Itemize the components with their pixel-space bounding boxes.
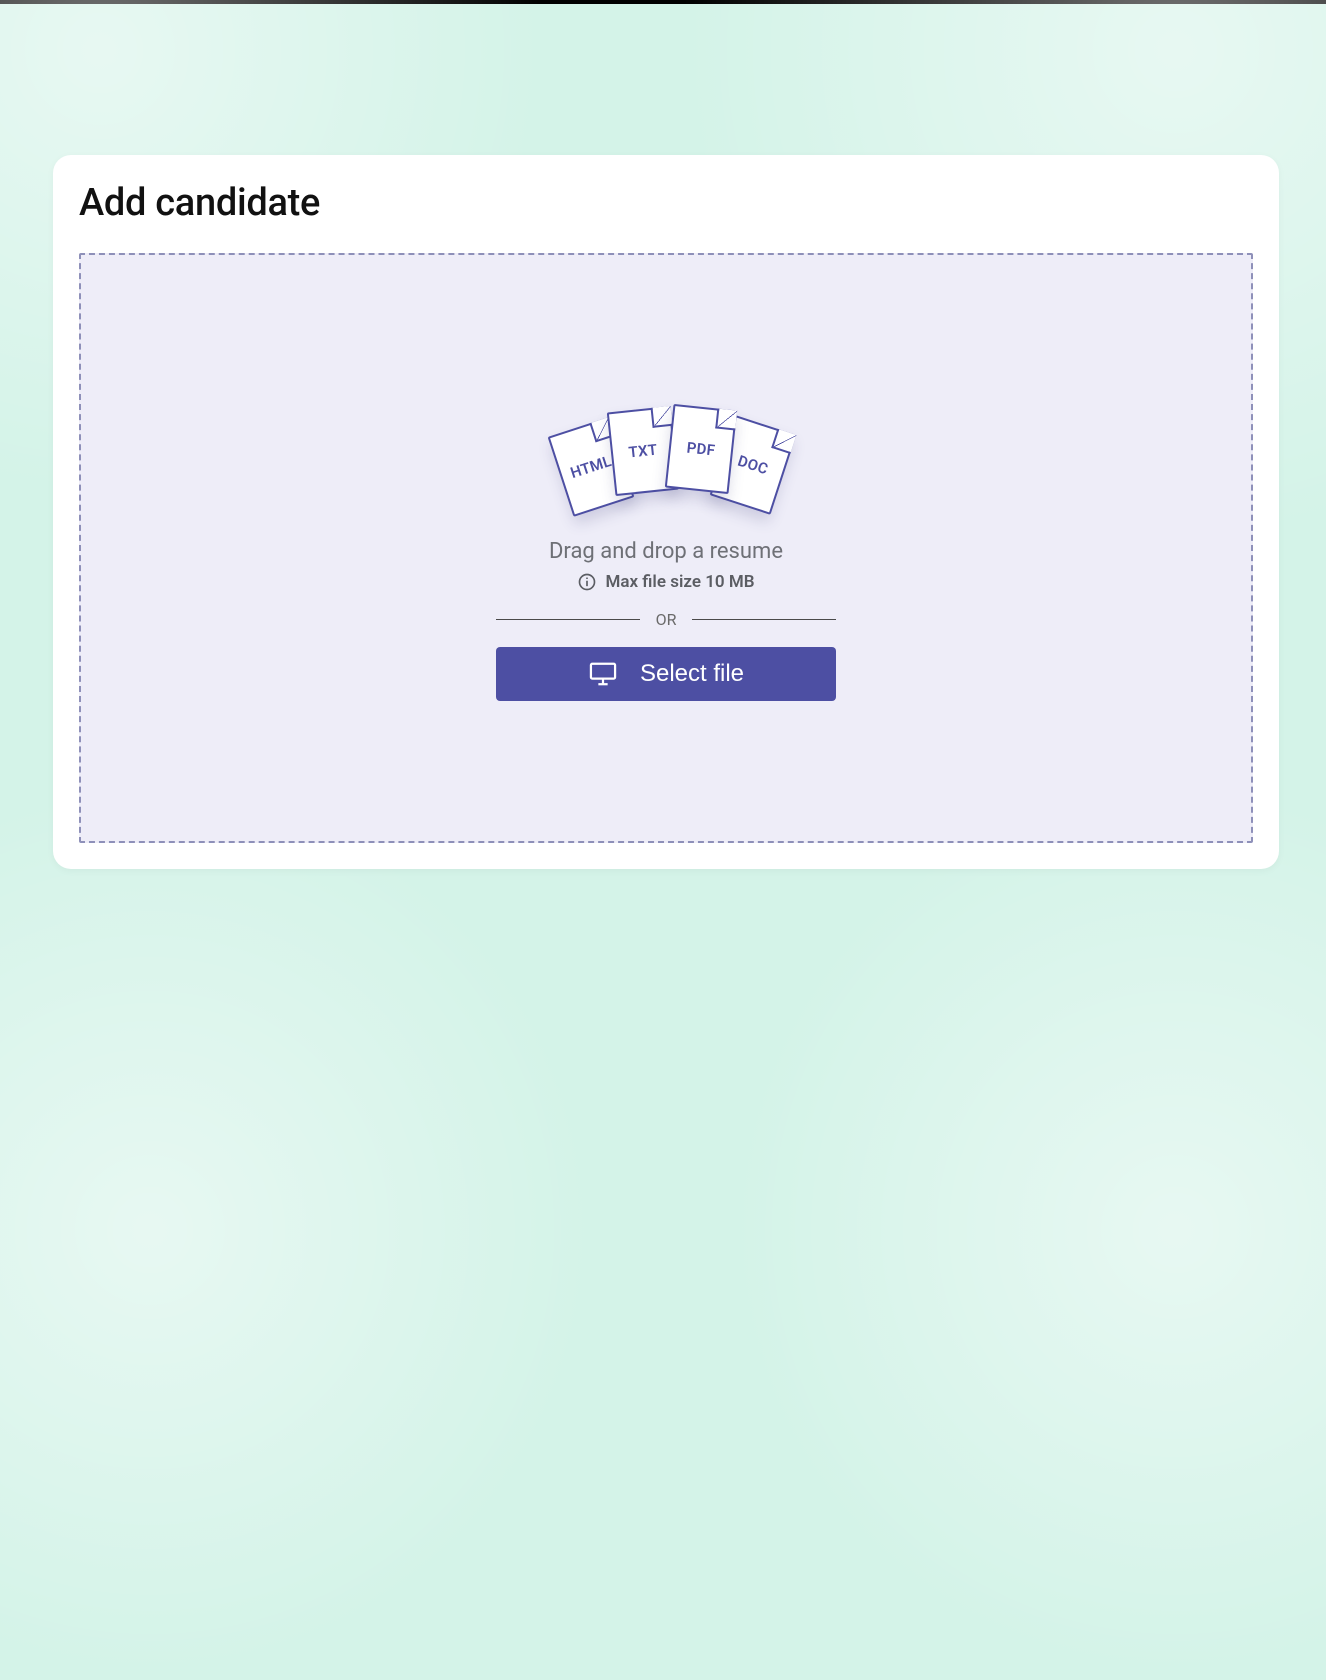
or-label: OR [656, 610, 677, 629]
bg-decorative-circle [0, 780, 600, 1680]
add-candidate-card: Add candidate HTML TXT PDF DOC Drag and … [53, 155, 1279, 869]
monitor-icon [588, 661, 618, 687]
or-divider: OR [496, 610, 836, 629]
file-type-label: PDF [686, 439, 716, 460]
window-top-bar [0, 0, 1326, 4]
file-type-icon: PDF [665, 404, 737, 494]
drag-drop-label: Drag and drop a resume [549, 539, 783, 564]
select-file-button-label: Select file [640, 660, 744, 688]
info-icon [577, 572, 597, 592]
card-title: Add candidate [79, 181, 1253, 225]
file-type-label: TXT [628, 441, 659, 462]
file-types-illustration: HTML TXT PDF DOC [541, 395, 791, 525]
select-file-button[interactable]: Select file [496, 647, 836, 701]
file-type-label: HTML [568, 452, 614, 482]
resume-dropzone[interactable]: HTML TXT PDF DOC Drag and drop a resume … [79, 253, 1253, 843]
divider-line [496, 619, 640, 620]
divider-line [692, 619, 836, 620]
file-type-label: DOC [736, 452, 771, 479]
bg-decorative-circle [726, 780, 1326, 1680]
file-size-hint-text: Max file size 10 MB [605, 572, 754, 592]
file-size-hint: Max file size 10 MB [577, 572, 754, 592]
